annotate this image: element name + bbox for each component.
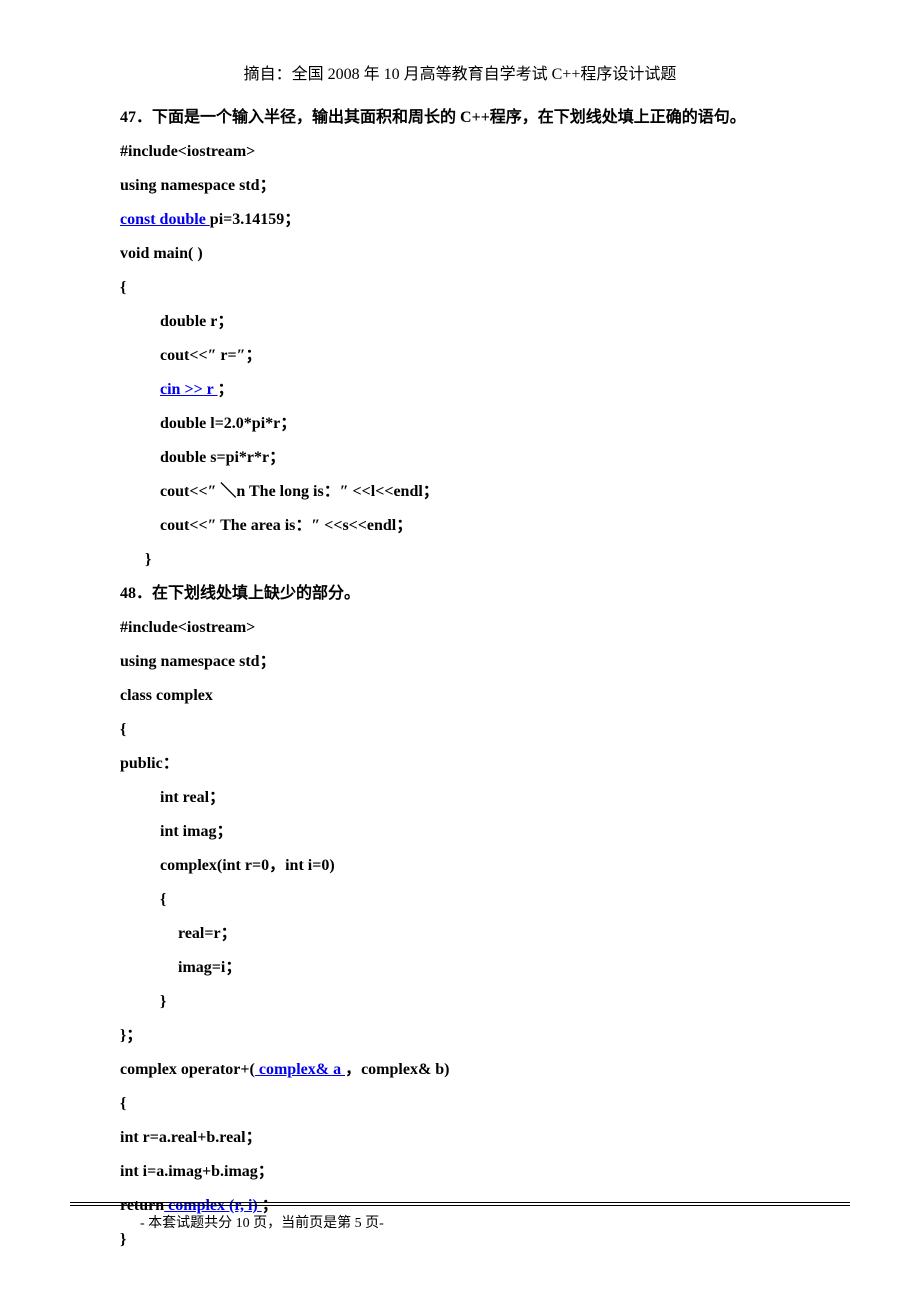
q48-code-l1: #include<iostream> <box>70 612 850 644</box>
q48-code-l8: complex(int r=0，int i=0) <box>70 850 850 882</box>
q47-code-l6: double r； <box>70 306 850 338</box>
q48-blank1: complex& a <box>255 1061 345 1078</box>
q48-code-l12: } <box>70 986 850 1018</box>
q47-code-l2: using namespace std； <box>70 170 850 202</box>
q47-code-l9: double l=2.0*pi*r； <box>70 408 850 440</box>
q47-code-l8: cin >> r ； <box>70 374 850 406</box>
q47-code-l11: cout<<″ ＼n The long is：″ <<l<<endl； <box>70 476 850 508</box>
q48-code-l15: { <box>70 1088 850 1120</box>
q48-code-l10: real=r； <box>70 918 850 950</box>
q48-code-l16: int r=a.real+b.real； <box>70 1122 850 1154</box>
q48-code-l3: class complex <box>70 680 850 712</box>
q47-prompt-line: 47．下面是一个输入半径，输出其面积和周长的 C++程序，在下划线处填上正确的语… <box>70 102 850 134</box>
q47-code-l12: cout<<″ The area is：″ <<s<<endl； <box>70 510 850 542</box>
footer-text: - 本套试题共分 10 页，当前页是第 5 页- <box>70 1212 850 1232</box>
q47-code-l3-post: pi=3.14159； <box>210 211 300 228</box>
q47-blank1: const double <box>120 211 210 228</box>
q47-code-l13: } <box>70 544 850 576</box>
q47-code-l1: #include<iostream> <box>70 136 850 168</box>
q48-code-l14-post: ，complex& b) <box>345 1061 449 1078</box>
q48-code-l6: int real； <box>70 782 850 814</box>
q48-prompt: 在下划线处填上缺少的部分。 <box>152 585 360 602</box>
q47-number: 47． <box>120 109 152 126</box>
q47-prompt: 下面是一个输入半径，输出其面积和周长的 C++程序，在下划线处填上正确的语句。 <box>152 109 746 126</box>
q47-code-l4: void main( ) <box>70 238 850 270</box>
q47-code-l5: { <box>70 272 850 304</box>
q48-code-l14-pre: complex operator+( <box>120 1061 255 1078</box>
q48-code-l5: public： <box>70 748 850 780</box>
q47-code-l7: cout<<″ r=″； <box>70 340 850 372</box>
page-footer: - 本套试题共分 10 页，当前页是第 5 页- <box>70 1202 850 1232</box>
q48-code-l14: complex operator+( complex& a ，complex& … <box>70 1054 850 1086</box>
q47-code-l3: const double pi=3.14159； <box>70 204 850 236</box>
q48-code-l13: }； <box>70 1020 850 1052</box>
q48-prompt-line: 48．在下划线处填上缺少的部分。 <box>70 578 850 610</box>
q48-code-l7: int imag； <box>70 816 850 848</box>
q48-number: 48． <box>120 585 152 602</box>
q47-blank2: cin >> r <box>160 381 218 398</box>
q48-code-l11: imag=i； <box>70 952 850 984</box>
page: 摘自：全国 2008 年 10 月高等教育自学考试 C++程序设计试题 47．下… <box>0 0 920 1302</box>
q48-code-l17: int i=a.imag+b.imag； <box>70 1156 850 1188</box>
page-header: 摘自：全国 2008 年 10 月高等教育自学考试 C++程序设计试题 <box>70 60 850 84</box>
q47-code-l10: double s=pi*r*r； <box>70 442 850 474</box>
q48-code-l2: using namespace std； <box>70 646 850 678</box>
q48-code-l9: { <box>70 884 850 916</box>
q47-code-l8-post: ； <box>218 381 234 398</box>
q48-code-l4: { <box>70 714 850 746</box>
footer-rule <box>70 1202 850 1206</box>
